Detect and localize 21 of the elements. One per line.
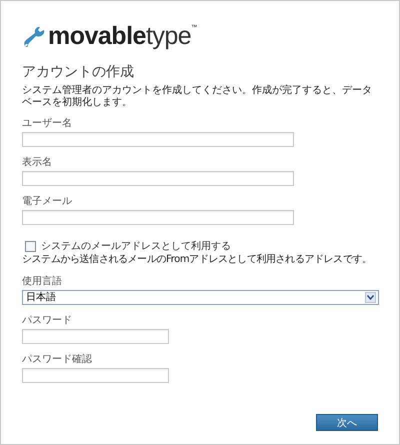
- field-label: ユーザー名: [22, 117, 73, 130]
- password-field[interactable]: [22, 329, 169, 344]
- checkbox[interactable]: [25, 241, 36, 252]
- password-field[interactable]: [22, 368, 169, 383]
- input-field[interactable]: [22, 132, 294, 147]
- input-field[interactable]: [22, 210, 294, 225]
- field-label: 電子メール: [22, 195, 73, 208]
- field-label: パスワード: [22, 314, 73, 327]
- next-button[interactable]: 次へ: [316, 414, 378, 431]
- wrench-icon: [22, 26, 46, 48]
- page-title: アカウントの作成: [22, 63, 135, 81]
- field-label: 使用言語: [22, 275, 63, 288]
- hint-text: システムから送信されるメールのFromアドレスとして利用されるアドレスです。: [22, 253, 373, 266]
- field-label: 表示名: [22, 156, 53, 169]
- intro-text: システム管理者のアカウントを作成してください。作成が完了すると、データベースを初期化します。: [22, 85, 373, 109]
- logo-wordmark: movabletype$^{™}$: [48, 23, 197, 49]
- dropdown-arrow-icon: [365, 292, 376, 303]
- field-label: パスワード確認: [22, 353, 93, 366]
- checkbox-label: システムのメールアドレスとして利用する: [41, 240, 231, 253]
- input-field[interactable]: [22, 171, 294, 186]
- language-select[interactable]: 日本語: [22, 290, 379, 305]
